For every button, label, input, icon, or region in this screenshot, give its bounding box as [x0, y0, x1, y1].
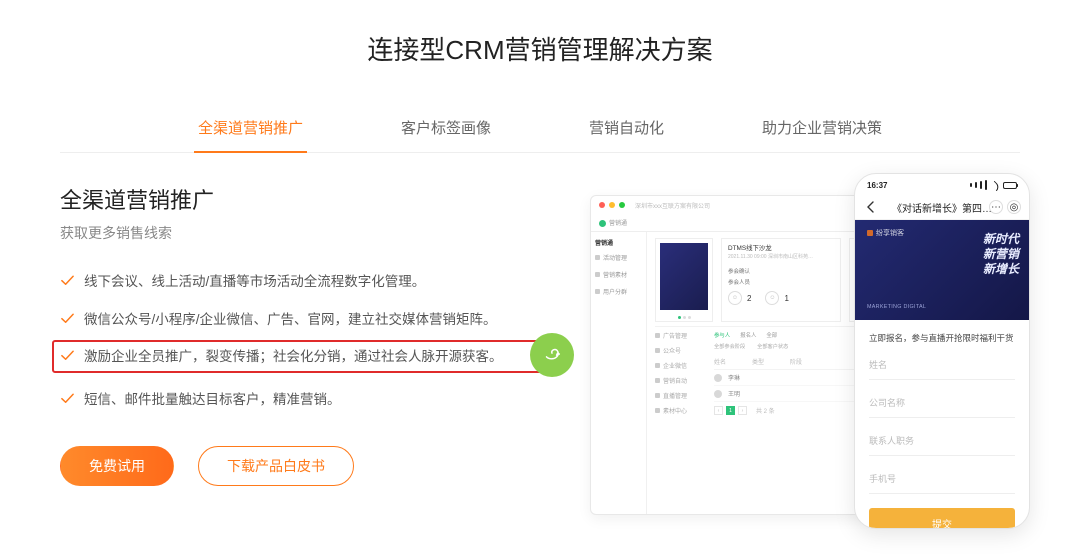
browser-sidebar: 营销通 活动管理 营销素材 用户分群 — [591, 232, 647, 514]
pager-prev[interactable]: ‹ — [714, 406, 723, 415]
filter-chip[interactable]: 全部客户状态 — [757, 343, 788, 350]
feature-list: 线下会议、线上活动/直播等市场活动全流程数字化管理。 微信公众号/小程序/企业微… — [60, 271, 540, 410]
phone-field-mobile[interactable]: 手机号 — [869, 464, 1015, 494]
phone-field-jobtitle[interactable]: 联系人职务 — [869, 426, 1015, 456]
list-tab[interactable]: 全部 — [766, 331, 777, 339]
avatar-icon — [714, 390, 722, 398]
feature-item: 短信、邮件批量触达目标客户，精准营销。 — [60, 389, 540, 411]
list-tab[interactable]: 报名人 — [740, 331, 756, 339]
pager-next[interactable]: › — [738, 406, 747, 415]
sidebar-item[interactable]: 企业微信 — [655, 361, 711, 370]
phone-mock: 16:37 《对话新增长》第四… ⋯ — [854, 173, 1030, 529]
page-root: 连接型CRM营销管理解决方案 全渠道营销推广 客户标签画像 营销自动化 助力企业… — [0, 0, 1080, 543]
tab-bar: 全渠道营销推广 客户标签画像 营销自动化 助力企业营销决策 — [60, 117, 1020, 153]
phone-desc: 立即报名，参与直播开抢限时福利干货 — [855, 320, 1029, 348]
check-icon — [60, 311, 75, 326]
phone-status-bar: 16:37 — [855, 174, 1029, 196]
phone-title: 《对话新增长》第四… — [892, 200, 992, 215]
traffic-light-red-icon — [599, 202, 605, 208]
content-row: 全渠道营销推广 获取更多销售线索 线下会议、线上活动/直播等市场活动全流程数字化… — [60, 183, 1020, 543]
sidebar-item[interactable]: 活动管理 — [595, 253, 642, 262]
event-date: 2021.11.30 09:00 深圳市南山区科苑… — [728, 254, 834, 261]
right-column: 深圳市xxx互联方案有限公司 营销通 帮助 营销通 营销通 活动管理 — [540, 183, 1020, 543]
download-whitepaper-button[interactable]: 下载产品白皮书 — [198, 446, 354, 486]
wifi-icon — [990, 182, 1000, 189]
traffic-light-yellow-icon — [609, 202, 615, 208]
stage-number: 2 — [747, 294, 751, 303]
cta-row: 免费试用 下载产品白皮书 — [60, 446, 540, 486]
mockups: 深圳市xxx互联方案有限公司 营销通 帮助 营销通 营销通 活动管理 — [560, 183, 1020, 543]
browser-brand: 营销通 — [609, 221, 627, 227]
stage-number: 1 — [784, 294, 788, 303]
feature-text: 激励企业全员推广，裂变传播；社会化分销，通过社会人脉开源获客。 — [84, 346, 503, 368]
feature-text: 线下会议、线上活动/直播等市场活动全流程数字化管理。 — [84, 271, 425, 293]
feature-text: 微信公众号/小程序/企业微信、广告、官网，建立社交媒体营销矩阵。 — [84, 309, 497, 331]
feature-text: 短信、邮件批量触达目标客户，精准营销。 — [84, 389, 341, 411]
feature-item-highlighted: 激励企业全员推广，裂变传播；社会化分销，通过社会人脉开源获客。 — [52, 340, 548, 373]
browser-sidebar-2: 广告管理 公众号 企业微信 营销自动 直播管理 素材中心 — [655, 331, 711, 415]
sidebar-item[interactable]: 素材中心 — [655, 406, 711, 415]
target-icon[interactable]: ◎ — [1007, 200, 1021, 214]
phone-form: 姓名 公司名称 联系人职务 手机号 提交 — [855, 348, 1029, 529]
tab-decision[interactable]: 助力企业营销决策 — [758, 117, 886, 152]
phone-hero: 纷享销客 新时代 新营销 新增长 MARKETING DIGITAL — [855, 220, 1029, 320]
section-subtitle: 获取更多销售线索 — [60, 223, 540, 243]
phone-signals — [970, 180, 1017, 190]
filter-chip[interactable]: 全部参会阶段 — [714, 343, 745, 350]
tab-automation[interactable]: 营销自动化 — [585, 117, 668, 152]
phone-field-name[interactable]: 姓名 — [869, 350, 1015, 380]
free-trial-button[interactable]: 免费试用 — [60, 446, 174, 486]
sidebar-item[interactable]: 广告管理 — [655, 331, 711, 340]
sidebar-item[interactable]: 营销素材 — [595, 270, 642, 279]
sidebar-item[interactable]: 公众号 — [655, 346, 711, 355]
brand-dot-icon — [599, 220, 606, 227]
back-icon[interactable] — [865, 201, 877, 216]
banner-image — [660, 243, 708, 310]
brand-square-icon — [867, 230, 873, 236]
tab-omnichannel[interactable]: 全渠道营销推广 — [194, 117, 307, 152]
stage-people: 参会人员 — [728, 278, 834, 286]
sidebar-title: 营销通 — [595, 238, 642, 247]
event-info-box: DTMS线下沙龙 2021.11.30 09:00 深圳市南山区科苑… 参会确认… — [721, 238, 841, 322]
pager-page[interactable]: 1 — [726, 406, 735, 415]
list-tab[interactable]: 参与人 — [714, 331, 730, 339]
avatar-placeholder-icon: ☺ — [728, 291, 742, 305]
banner-box — [655, 238, 713, 322]
carousel-dots — [656, 314, 712, 321]
section-title: 全渠道营销推广 — [60, 183, 540, 215]
phone-title-row: 《对话新增长》第四… ⋯ ◎ — [855, 196, 1029, 220]
avatar-placeholder-icon: ☺ — [765, 291, 779, 305]
phone-time: 16:37 — [867, 181, 887, 190]
battery-icon — [1003, 182, 1017, 189]
browser-titlebar-text: 深圳市xxx互联方案有限公司 — [635, 201, 710, 210]
pager-total: 共 2 条 — [756, 406, 775, 415]
more-icon[interactable]: ⋯ — [989, 200, 1003, 214]
sidebar-item[interactable]: 营销自动 — [655, 376, 711, 385]
traffic-light-green-icon — [619, 202, 625, 208]
hero-sub: MARKETING DIGITAL — [867, 304, 926, 310]
tab-customer-tags[interactable]: 客户标签画像 — [397, 117, 495, 152]
page-title: 连接型CRM营销管理解决方案 — [60, 30, 1020, 67]
avatar-icon — [714, 374, 722, 382]
check-icon — [60, 273, 75, 288]
stage-title: 参会确认 — [728, 267, 834, 275]
left-column: 全渠道营销推广 获取更多销售线索 线下会议、线上活动/直播等市场活动全流程数字化… — [60, 183, 540, 486]
feature-item: 微信公众号/小程序/企业微信、广告、官网，建立社交媒体营销矩阵。 — [60, 309, 540, 331]
event-title: DTMS线下沙龙 — [728, 243, 834, 252]
sidebar-item[interactable]: 直播管理 — [655, 391, 711, 400]
hero-headlines: 新时代 新营销 新增长 — [983, 232, 1019, 277]
sidebar-item[interactable]: 用户分群 — [595, 287, 642, 296]
phone-submit-button[interactable]: 提交 — [869, 508, 1015, 529]
feature-item: 线下会议、线上活动/直播等市场活动全流程数字化管理。 — [60, 271, 540, 293]
phone-field-company[interactable]: 公司名称 — [869, 388, 1015, 418]
check-icon — [60, 391, 75, 406]
check-icon — [60, 348, 75, 363]
